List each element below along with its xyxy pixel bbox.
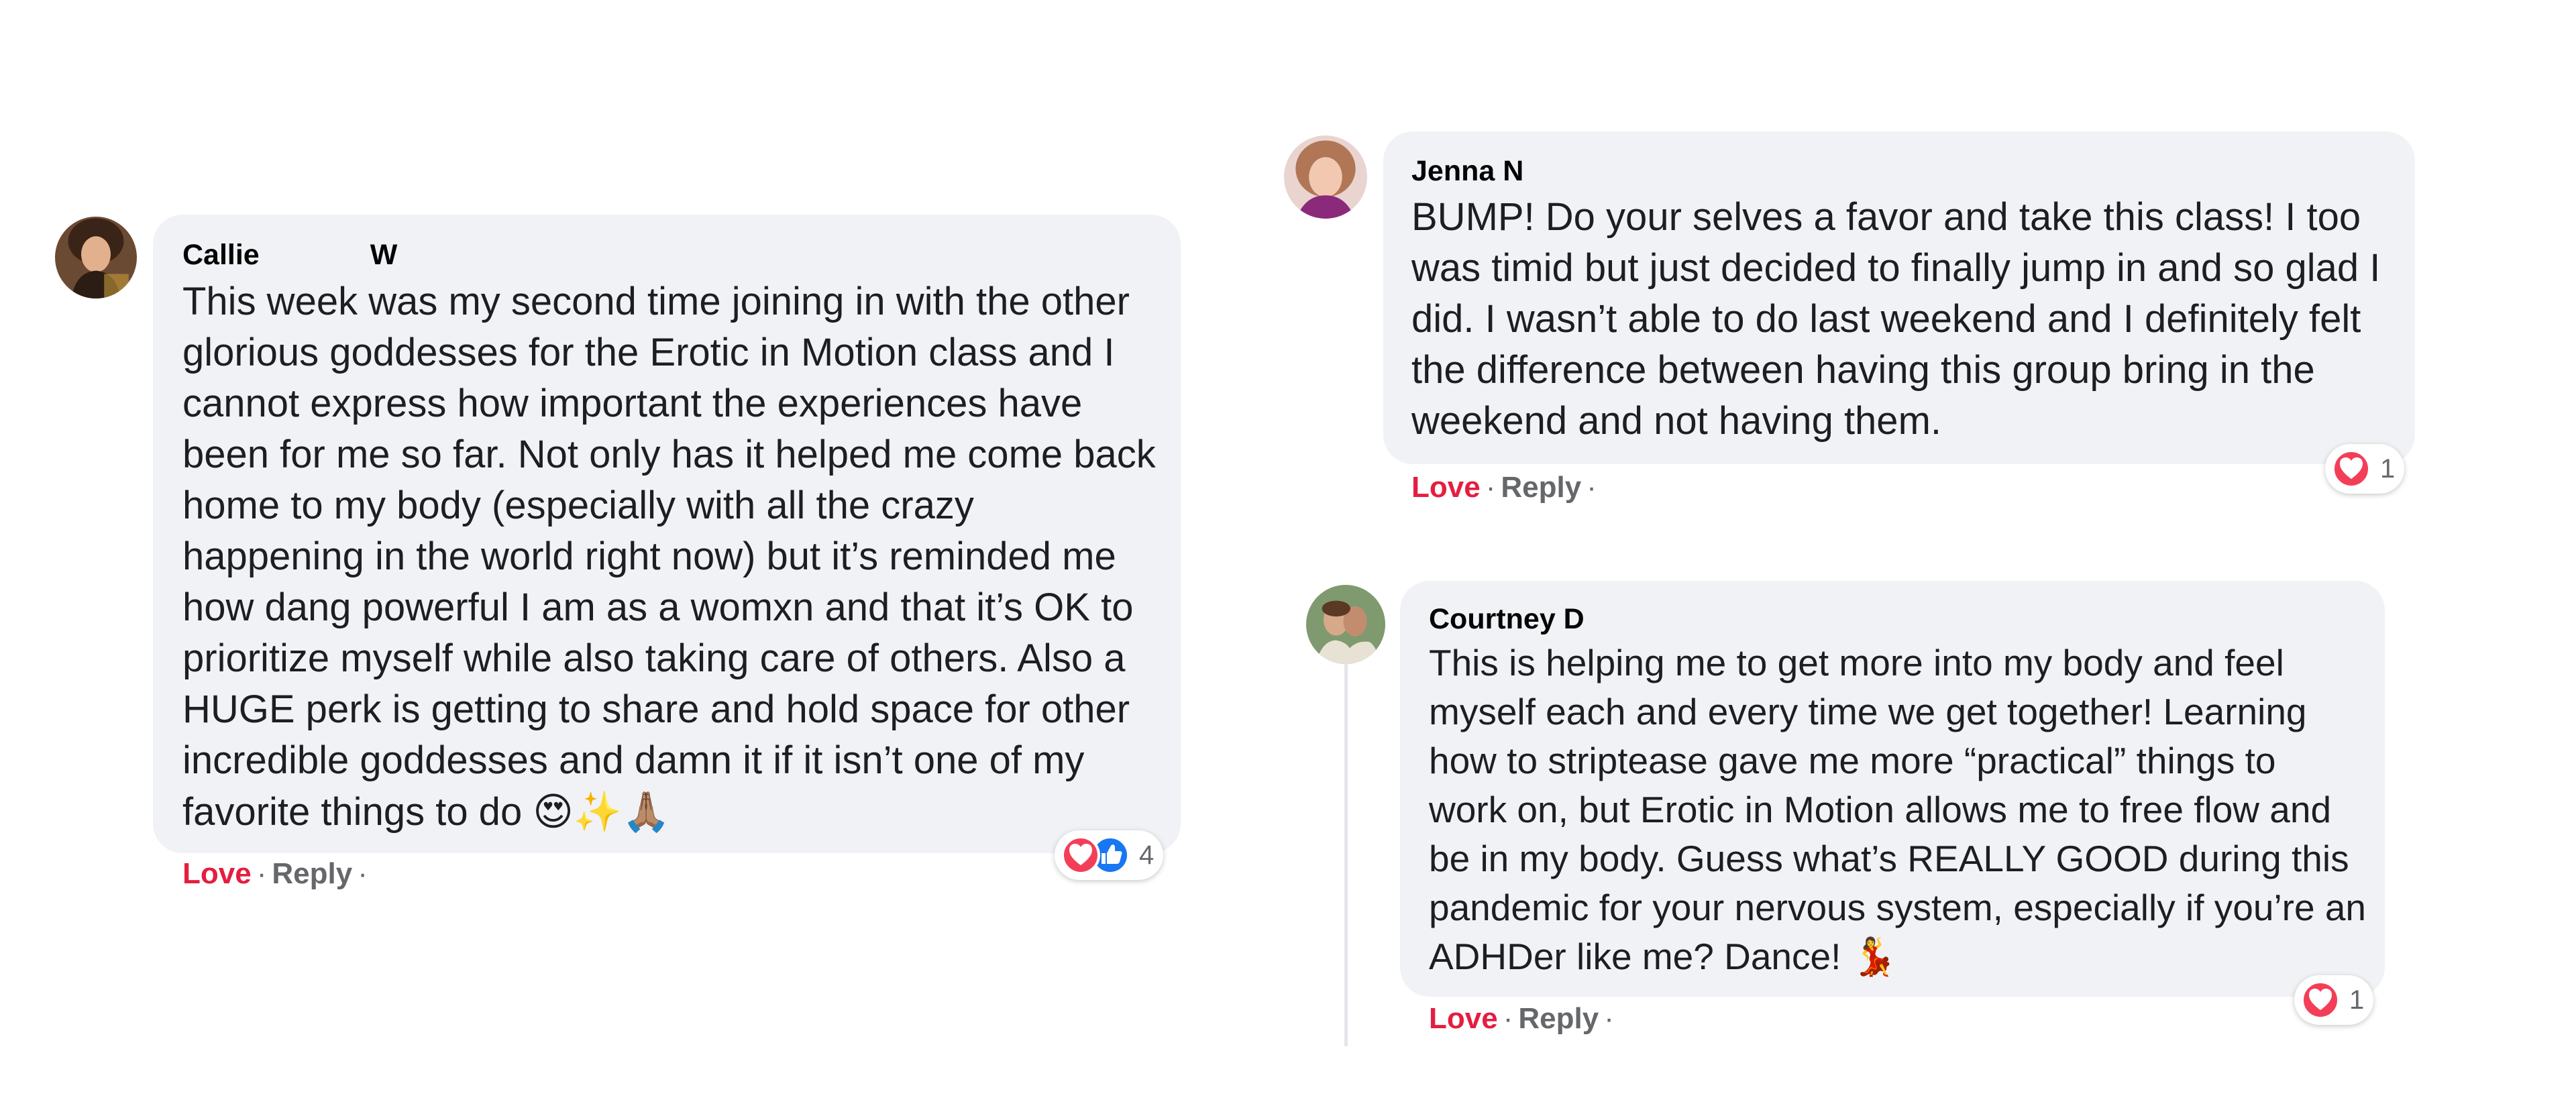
comment-text-line: how dang powerful I am as a womxn and th… xyxy=(182,586,1134,629)
comment-text-line: weekend and not having them. xyxy=(1411,399,1941,443)
comment-text-line: ADHDer like me? Dance! xyxy=(1429,936,1841,977)
comment-text-line: favorite things to do xyxy=(182,790,523,834)
comment-text-line: HUGE perk is getting to share and hold s… xyxy=(182,687,1130,731)
reply-button[interactable]: Reply xyxy=(1501,471,1581,504)
separator-dot: · xyxy=(1587,471,1597,504)
avatar[interactable] xyxy=(55,217,137,298)
reaction-summary[interactable]: 1 xyxy=(2325,444,2405,494)
comment-text-line: incredible goddesses and damn it if it i… xyxy=(182,738,1085,782)
comment-text-line: prioritize myself while also taking care… xyxy=(182,637,1126,680)
comment-text: This is helping me to get more into my b… xyxy=(1429,639,2366,981)
reaction-count: 4 xyxy=(1139,840,1155,870)
comment-text-line: be in my body. Guess what’s REALLY GOOD … xyxy=(1429,838,2349,879)
comment-text: BUMP! Do your selves a favor and take th… xyxy=(1411,192,2380,447)
comment-text-line: the difference between having this group… xyxy=(1411,348,2315,392)
comment-text-line: pandemic for your nervous system, especi… xyxy=(1429,887,2367,928)
love-button[interactable]: Love xyxy=(1429,1002,1498,1035)
reaction-summary[interactable]: 4 xyxy=(1055,830,1164,880)
comment-text-line: BUMP! Do your selves a favor and take th… xyxy=(1411,195,2361,239)
reply-button[interactable]: Reply xyxy=(1518,1002,1599,1035)
comment-text-line: This week was my second time joining in … xyxy=(182,280,1130,323)
heart-icon xyxy=(1061,836,1100,875)
comment-author[interactable]: Courtney D xyxy=(1429,602,1585,636)
comment-text-line: happening in the world right now) but it… xyxy=(182,535,1116,578)
separator-dot: · xyxy=(358,857,368,890)
comment-text-line: glorious goddesses for the Erotic in Mot… xyxy=(182,331,1115,374)
reaction-count: 1 xyxy=(2380,453,2396,484)
comment-text-line: did. I wasn’t able to do last weekend an… xyxy=(1411,297,2361,341)
separator-dot: · xyxy=(1604,1002,1614,1035)
avatar[interactable] xyxy=(1306,585,1385,664)
comment-author[interactable]: Jenna N xyxy=(1411,154,1523,188)
thread-connector xyxy=(1344,664,1348,1046)
comment-text: This week was my second time joining in … xyxy=(182,276,1156,838)
comment-actions: Love · Reply · xyxy=(1429,1002,1619,1036)
separator-dot: · xyxy=(1485,471,1496,504)
reaction-count: 1 xyxy=(2349,985,2365,1015)
comment-text-line: been for me so far. Not only has it help… xyxy=(182,433,1156,476)
love-button[interactable]: Love xyxy=(182,857,252,890)
separator-dot: · xyxy=(1503,1002,1513,1035)
dancer-emoji: 💃 xyxy=(1851,935,1898,978)
comment-text-line: This is helping me to get more into my b… xyxy=(1429,642,2284,683)
heart-icon xyxy=(2332,449,2371,488)
reply-button[interactable]: Reply xyxy=(272,857,352,890)
comment-text-line: work on, but Erotic in Motion allows me … xyxy=(1429,789,2332,830)
comment-author[interactable]: Callie W xyxy=(182,238,397,272)
comment-actions: Love · Reply · xyxy=(182,857,373,891)
comment-text-line: how to striptease gave me more “practica… xyxy=(1429,740,2276,781)
heart-icon xyxy=(2301,981,2340,1019)
comment-text-line: myself each and every time we get togeth… xyxy=(1429,691,2307,732)
avatar[interactable] xyxy=(1284,135,1367,219)
separator-dot: · xyxy=(256,857,267,890)
comment-actions: Love · Reply · xyxy=(1411,471,1602,504)
comment-text-line: cannot express how important the experie… xyxy=(182,382,1083,425)
comment-text-line: was timid but just decided to finally ju… xyxy=(1411,246,2381,290)
reaction-summary[interactable]: 1 xyxy=(2294,975,2374,1025)
emoji-group: 😍✨🙏🏽 xyxy=(533,789,671,834)
comment-text-line: home to my body (especially with all the… xyxy=(182,484,974,527)
love-button[interactable]: Love xyxy=(1411,471,1481,504)
